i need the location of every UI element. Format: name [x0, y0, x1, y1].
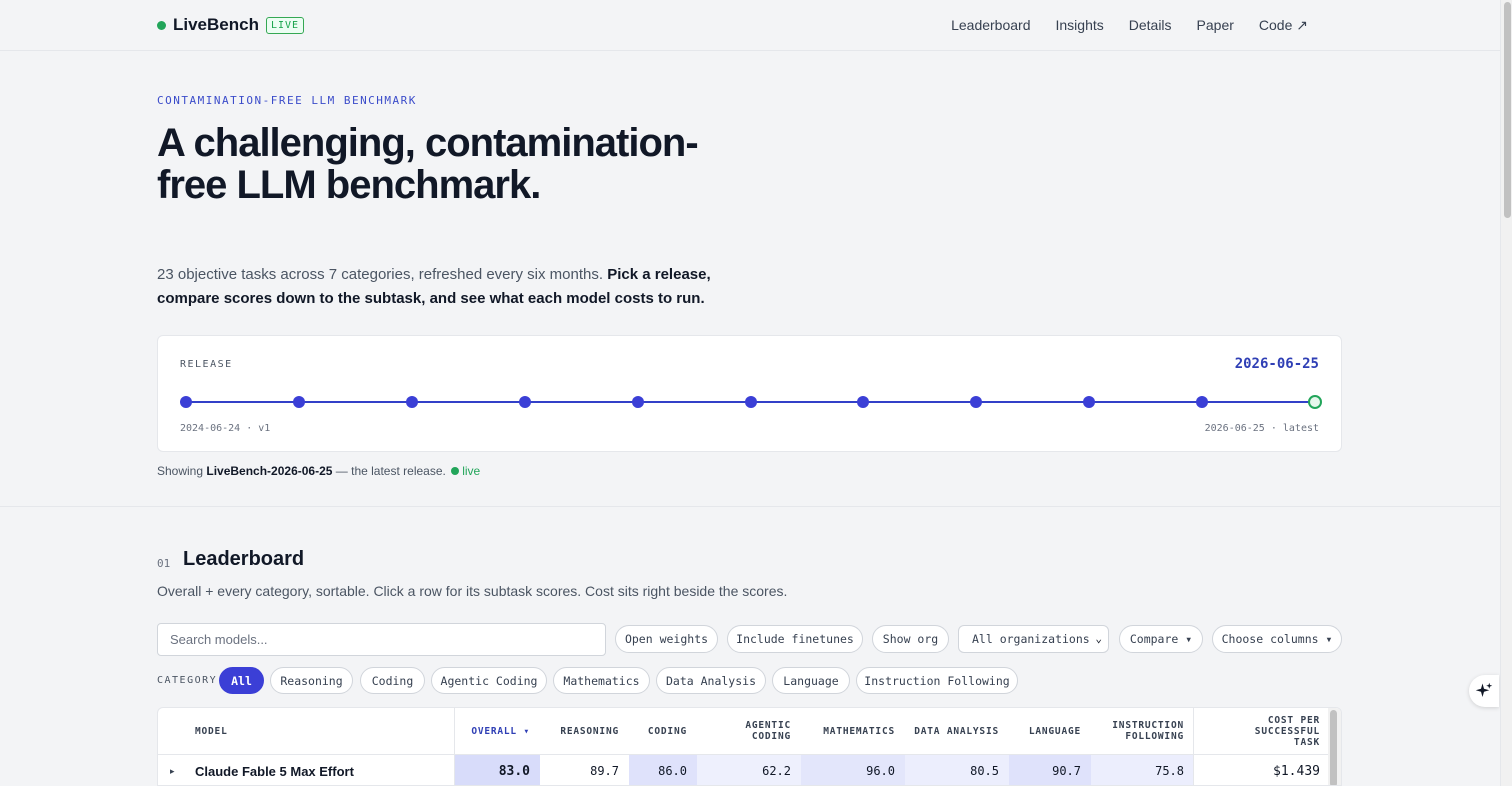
col-header-reasoning[interactable]: REASONING: [540, 708, 629, 754]
category-chip-agentic-coding[interactable]: Agentic Coding: [431, 667, 547, 694]
section-number: 01: [157, 557, 171, 570]
ai-assistant-button[interactable]: [1469, 675, 1499, 707]
cell-language: 90.7: [1052, 764, 1081, 778]
cell-data-analysis: 80.5: [970, 764, 999, 778]
live-badge: LIVE: [265, 16, 305, 34]
brand-name: LiveBench: [173, 15, 259, 34]
timeline-point[interactable]: [857, 396, 870, 408]
table-scrollbar[interactable]: [1328, 708, 1341, 785]
choose-columns-button[interactable]: Choose columns ▾: [1212, 625, 1342, 653]
release-label: RELEASE: [180, 359, 233, 370]
brand[interactable]: LiveBench LIVE: [157, 15, 305, 35]
release-timeline[interactable]: [158, 392, 1341, 412]
main-nav: Leaderboard Insights Details Paper Code …: [951, 17, 1308, 34]
col-header-agentic-coding[interactable]: AGENTIC CODING: [697, 708, 801, 754]
category-chip-mathematics[interactable]: Mathematics: [553, 667, 650, 694]
showing-release-text: Showing LiveBench-2026-06-25 — the lates…: [157, 464, 480, 478]
nav-code[interactable]: Code ↗: [1259, 17, 1308, 34]
release-picker: RELEASE 2026-06-25 2024-06-24 · v1 2026-…: [157, 335, 1342, 452]
release-start-label: 2024-06-24 · v1: [180, 423, 271, 434]
hero-subtitle: 23 objective tasks across 7 categories, …: [157, 263, 747, 311]
timeline-point[interactable]: [405, 396, 418, 408]
nav-paper[interactable]: Paper: [1197, 17, 1234, 34]
nav-details[interactable]: Details: [1129, 17, 1172, 34]
timeline-point[interactable]: [1083, 396, 1096, 408]
showing-live: live: [462, 464, 481, 478]
cell-coding: 86.0: [658, 764, 687, 778]
nav-insights[interactable]: Insights: [1056, 17, 1104, 34]
organization-select[interactable]: All organizations ⌄: [958, 625, 1109, 653]
top-navbar: LiveBench LIVE Leaderboard Insights Deta…: [0, 0, 1500, 51]
col-header-coding[interactable]: CODING: [629, 708, 697, 754]
category-chip-language[interactable]: Language: [772, 667, 850, 694]
section-description: Overall + every category, sortable. Clic…: [157, 583, 788, 599]
timeline-point[interactable]: [292, 396, 305, 408]
search-input[interactable]: [157, 623, 606, 656]
cell-reasoning: 89.7: [590, 764, 619, 778]
category-chip-data-analysis[interactable]: Data Analysis: [656, 667, 766, 694]
cell-overall: 83.0: [498, 763, 530, 779]
show-org-toggle[interactable]: Show org: [872, 625, 949, 653]
compare-button[interactable]: Compare ▾: [1119, 625, 1203, 653]
page-scrollbar[interactable]: [1500, 0, 1512, 786]
timeline-point-latest[interactable]: [1308, 395, 1322, 409]
cell-cost: $1.439: [1273, 763, 1320, 779]
leaderboard-table: MODEL OVERALL ▾ REASONING CODING AGENTIC…: [157, 707, 1342, 786]
open-weights-toggle[interactable]: Open weights: [615, 625, 718, 653]
section-title: Leaderboard: [183, 548, 305, 570]
cell-agentic-coding: 62.2: [762, 764, 791, 778]
col-header-overall[interactable]: OVERALL ▾: [455, 708, 540, 754]
hero-title: A challenging, contamination-free LLM be…: [157, 121, 699, 207]
category-chip-all[interactable]: All: [219, 667, 264, 694]
cell-instruction-following: 75.8: [1155, 764, 1184, 778]
live-status-dot-icon: [157, 20, 166, 30]
timeline-point[interactable]: [180, 396, 192, 408]
include-finetunes-toggle[interactable]: Include finetunes: [727, 625, 863, 653]
col-header-data-analysis[interactable]: DATA ANALYSIS: [905, 708, 1009, 754]
timeline-point[interactable]: [744, 396, 757, 408]
section-divider: [0, 506, 1500, 507]
timeline-point[interactable]: [518, 396, 531, 408]
cell-mathematics: 96.0: [866, 764, 895, 778]
hero-eyebrow: CONTAMINATION-FREE LLM BENCHMARK: [157, 94, 417, 107]
col-header-language[interactable]: LANGUAGE: [1009, 708, 1091, 754]
category-chip-coding[interactable]: Coding: [360, 667, 425, 694]
table-row-model[interactable]: Claude Fable 5 Max Effort: [158, 755, 454, 785]
timeline-point[interactable]: [970, 396, 983, 408]
live-dot-icon: [451, 467, 460, 475]
nav-leaderboard[interactable]: Leaderboard: [951, 17, 1030, 34]
col-header-instruction-following[interactable]: INSTRUCTION FOLLOWING: [1091, 708, 1194, 754]
table-scrollbar-thumb[interactable]: [1330, 710, 1337, 785]
chevron-down-icon: ⌄: [1095, 632, 1102, 645]
hero-subtitle-plain: 23 objective tasks across 7 categories, …: [157, 266, 608, 283]
category-chip-instruction-following[interactable]: Instruction Following: [856, 667, 1018, 694]
col-header-cost[interactable]: COST PER SUCCESSFUL TASK: [1194, 708, 1330, 754]
category-label: CATEGORY: [157, 675, 218, 686]
timeline-point[interactable]: [1196, 396, 1209, 408]
showing-suffix: — the latest release.: [332, 464, 450, 478]
release-end-label: 2026-06-25 · latest: [1204, 423, 1319, 434]
timeline-point[interactable]: [631, 396, 644, 408]
showing-prefix: Showing: [157, 464, 207, 478]
col-header-mathematics[interactable]: MATHEMATICS: [801, 708, 905, 754]
category-chip-reasoning[interactable]: Reasoning: [270, 667, 353, 694]
page-scrollbar-thumb[interactable]: [1504, 2, 1511, 218]
selected-release-date: 2026-06-25: [1234, 356, 1319, 372]
organization-select-value: All organizations: [972, 632, 1090, 646]
showing-release-name: LiveBench-2026-06-25: [206, 464, 333, 478]
sparkle-icon: [1475, 682, 1493, 697]
col-header-model[interactable]: MODEL: [158, 708, 454, 754]
